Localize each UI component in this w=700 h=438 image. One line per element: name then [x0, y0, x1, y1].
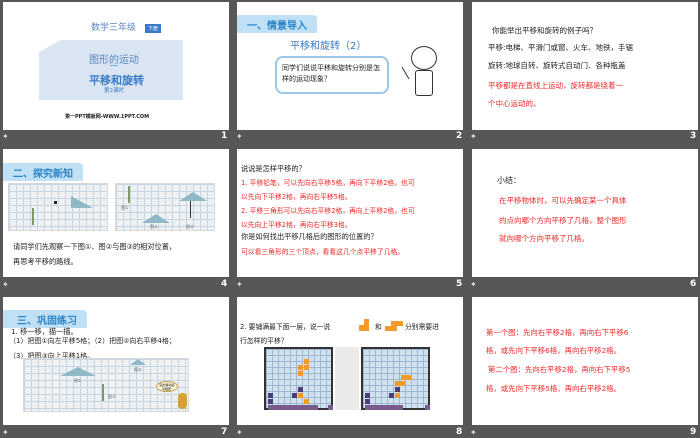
- answer-2-line-1: 第二个图：先向右平移2格，再向右下平移5: [488, 365, 631, 374]
- slide-number: 4: [221, 279, 228, 289]
- slide-number: 1: [221, 131, 228, 141]
- summary-line-3: 就向哪个方向平移了几格。: [499, 234, 589, 243]
- slide-number: 6: [690, 279, 697, 289]
- summary-line-1: 在平移物体时，可以先确定某一个具体: [499, 196, 627, 205]
- slide-thumbnail-2[interactable]: 一、情景导入 平移和旋转（2） 同学们说说平移和旋转分别是怎样的运动现象？: [237, 2, 463, 130]
- question: 你能举出平移和旋转的例子吗？: [492, 26, 597, 35]
- grade-label: 数学三年级: [91, 23, 137, 33]
- question-and: 和: [375, 323, 382, 331]
- slide-number: 7: [221, 427, 228, 437]
- question-line-2: 行怎样的平移？: [240, 337, 288, 345]
- slide-thumbnail-9[interactable]: 第一个图：先向右平移2格，再向右下平移6 格，或先向下平移6格，再向右平移2格。…: [472, 297, 698, 425]
- lesson-number: 第2课时: [104, 88, 124, 94]
- footer-text: 第一PPT模板网-WWW.1PPT.COM: [65, 114, 150, 120]
- animation-icon[interactable]: ✦: [236, 132, 243, 141]
- grid-figure-left: [8, 183, 108, 231]
- answer-1a: 1. 平移铅笔，可以先向右平移5格，再向下平移2格，也可: [241, 179, 415, 187]
- answer-2-line-2: 格，或先向下平移5格，再向右平移2格。: [486, 384, 622, 393]
- answer-1-line-1: 第一个图：先向右平移2格，再向右下平移6: [486, 328, 629, 337]
- animation-icon[interactable]: ✦: [2, 280, 9, 289]
- slide-number: 8: [456, 427, 463, 437]
- slide-thumbnail-6[interactable]: 小结： 在平移物体时，可以先确定某一个具体 的点向哪个方向平移了几格，整个图形 …: [472, 149, 698, 277]
- mascot-icon: [178, 393, 187, 409]
- figure-1-label: 图①: [74, 378, 82, 383]
- section-tag: 二、探究新知: [3, 163, 83, 181]
- exercise-steps-1-2: （1）把图①向左平移5格；（2）把图②向右平移4格；: [9, 337, 176, 345]
- tetris-grid-1: [264, 347, 333, 410]
- slide-title: 平移和旋转（2）: [290, 41, 367, 52]
- slide-thumbnail-4[interactable]: 二、探究新知 图① 图② 图③ 请同学们先观察一下图①、图②与图③的相对位置， …: [3, 149, 229, 277]
- animation-icon[interactable]: ✦: [2, 132, 9, 141]
- slide-thumbnail-5[interactable]: 说说是怎样平移的？ 1. 平移铅笔，可以先向右平移5格，再向下平移2格，也可 以…: [237, 149, 463, 277]
- figure-2-label: 图②: [150, 224, 158, 229]
- animation-icon[interactable]: ✦: [470, 428, 477, 437]
- grid-figure-right: 图① 图② 图③: [115, 183, 215, 231]
- answer-line-1: 平移都是在直线上运动，旋转都是绕着一: [488, 81, 623, 90]
- dash: —: [110, 61, 118, 70]
- tetris-grid-2: [361, 347, 430, 410]
- volume-badge: 下册: [145, 24, 162, 33]
- slide-number: 2: [456, 131, 463, 141]
- instruction-line-1: 请同学们先观察一下图①、图②与图③的相对位置，: [13, 242, 177, 251]
- slide-thumbnail-7[interactable]: 三、巩固练习 1. 移一移，描一描。 （1）把图①向左平移5格；（2）把图②向右…: [3, 297, 229, 425]
- rotation-examples: 旋转:地球自转、旋转式自动门、各种瓶盖: [488, 61, 626, 70]
- figure-3-label: 图③: [186, 224, 194, 229]
- hint-bubble: 画出移动后的图形: [156, 381, 178, 392]
- figure-3-label: 图③: [108, 394, 116, 399]
- slide-thumbnail-8[interactable]: 2. 要铺满最下面一层，说一说 和 分别需要进 行怎样的平移？: [237, 297, 463, 425]
- slide-number: 5: [456, 279, 463, 289]
- answer-1b: 以先向下平移2格，再向右平移5格。: [241, 193, 352, 201]
- summary-line-2: 的点向哪个方向平移了几格，整个图形: [499, 216, 627, 225]
- divider-strip: [335, 347, 359, 410]
- question-1: 说说是怎样平移的？: [241, 164, 306, 173]
- answer-line-2: 个中心运动的。: [488, 99, 541, 108]
- animation-icon[interactable]: ✦: [470, 132, 477, 141]
- teacher-illustration: [401, 46, 443, 98]
- question-2: 你是如何找出平移几格后的图形的位置的？: [241, 232, 378, 241]
- bubble-text: 同学们说说平移和旋转分别是怎样的运动现象？: [282, 64, 380, 83]
- slide-thumbnail-1[interactable]: 数学三年级 下册 图形的运动 — 平移和旋转 第2课时 第一PPT模板网-WWW…: [3, 2, 229, 130]
- question-part-2: 分别需要进: [405, 323, 439, 331]
- shape-a-icon: [359, 319, 369, 331]
- animation-icon[interactable]: ✦: [470, 280, 477, 289]
- question-part-1: 2. 要铺满最下面一层，说一说: [240, 323, 331, 331]
- translation-examples: 平移:电梯、平滑门或窗、火车、地铁，手锯: [488, 43, 634, 52]
- shape-b-icon: [385, 321, 403, 331]
- slide-thumbnail-3[interactable]: 你能举出平移和旋转的例子吗？ 平移:电梯、平滑门或窗、火车、地铁，手锯 旋转:地…: [472, 2, 698, 130]
- answer-3: 可以看三角形的三个顶点，看看这几个点平移了几格。: [241, 248, 405, 256]
- figure-2-label: 图②: [134, 367, 142, 372]
- animation-icon[interactable]: ✦: [2, 428, 9, 437]
- slide-number: 9: [690, 427, 697, 437]
- animation-icon[interactable]: ✦: [236, 428, 243, 437]
- figure-1-label: 图①: [121, 205, 129, 210]
- instruction-line-2: 再思考平移的路线。: [13, 257, 78, 266]
- summary-heading: 小结：: [497, 176, 521, 185]
- exercise-grid: 图① 图② 图③ 画出移动后的图形: [23, 358, 189, 412]
- answer-2a: 2. 平移三角形可以先向右平移2格，再向上平移2格，也可: [241, 207, 415, 215]
- answer-1-line-2: 格，或先向下平移6格，再向右平移2格。: [486, 346, 622, 355]
- animation-icon[interactable]: ✦: [236, 280, 243, 289]
- section-tag: 一、情景导入: [237, 15, 317, 33]
- slide-number: 3: [690, 131, 697, 141]
- answer-2b: 以先向上平移2格，再向右平移3格。: [241, 221, 352, 229]
